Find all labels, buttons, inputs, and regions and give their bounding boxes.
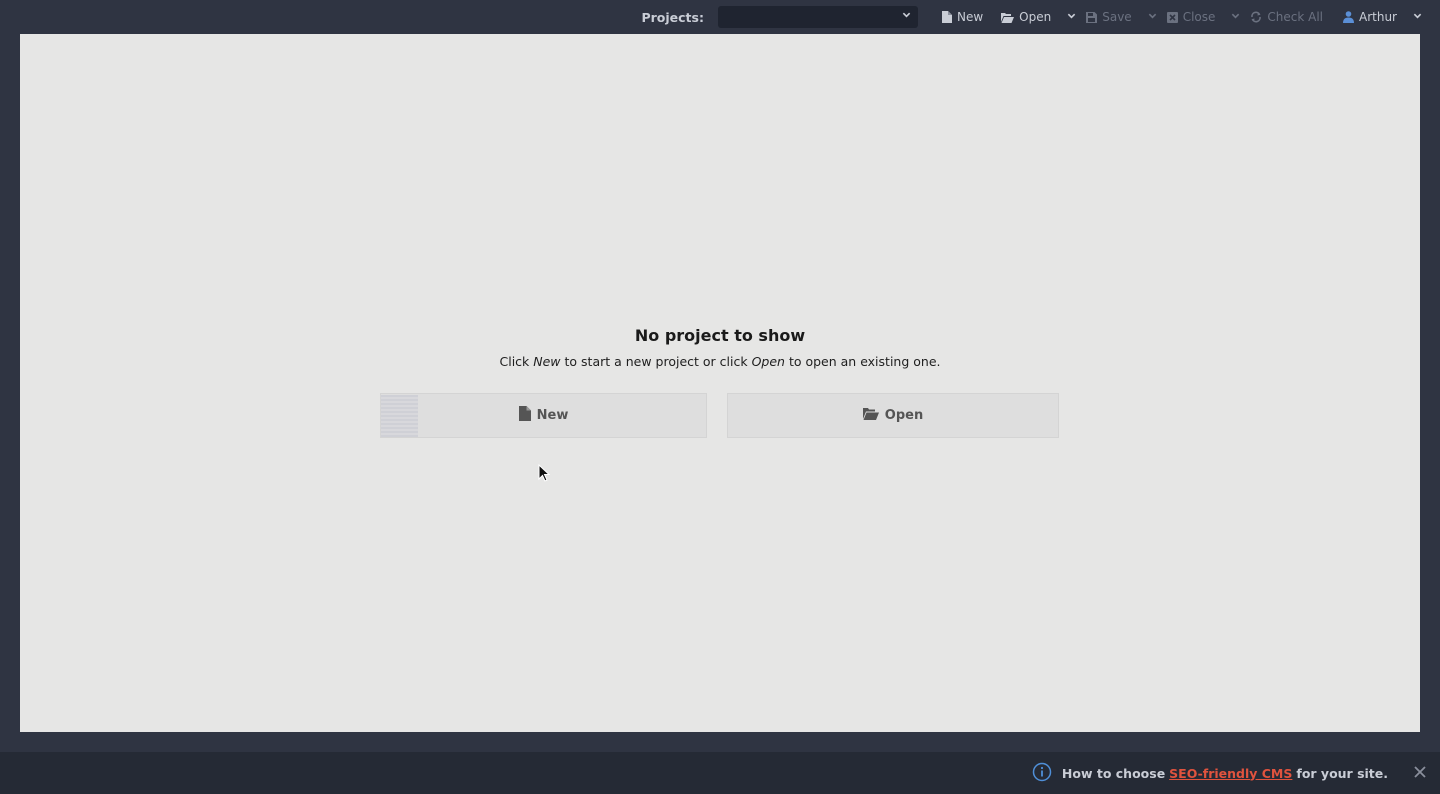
toolbar-check-all-button[interactable]: Check All <box>1250 6 1323 28</box>
subtitle-new-emphasis: New <box>533 354 561 369</box>
chevron-down-icon <box>902 10 911 22</box>
open-dropdown-chevron-icon[interactable] <box>1067 11 1076 23</box>
close-dropdown-chevron-icon[interactable] <box>1231 11 1240 23</box>
floppy-disk-icon <box>1086 11 1098 23</box>
open-project-button[interactable]: Open <box>727 393 1059 438</box>
user-icon <box>1343 11 1354 23</box>
workspace-panel: No project to show Click New to start a … <box>20 34 1420 732</box>
open-project-label: Open <box>884 408 924 423</box>
toolbar-new-label: New <box>956 10 984 24</box>
toolbar-check-all-label: Check All <box>1267 10 1323 24</box>
toolbar-close-label: Close <box>1182 10 1216 24</box>
close-square-icon <box>1166 11 1178 23</box>
footer-notification-bar: How to choose SEO-friendly CMS for your … <box>0 752 1440 794</box>
subtitle-text-3: to open an existing one. <box>784 354 941 369</box>
save-dropdown-chevron-icon[interactable] <box>1148 11 1157 23</box>
footer-seo-cms-link[interactable]: SEO-friendly CMS <box>1169 766 1292 781</box>
close-icon[interactable] <box>1414 765 1426 781</box>
toolbar-new-button[interactable]: New <box>941 6 984 28</box>
new-project-button[interactable]: New <box>380 393 707 438</box>
user-dropdown-chevron-icon[interactable] <box>1413 11 1422 23</box>
user-menu-button[interactable]: Arthur <box>1343 6 1397 28</box>
projects-select[interactable] <box>717 6 918 28</box>
toolbar-close-button[interactable]: Close <box>1166 6 1216 28</box>
toolbar-save-label: Save <box>1102 10 1132 24</box>
empty-state-title: No project to show <box>634 326 806 345</box>
user-name: Arthur <box>1359 10 1397 24</box>
new-project-label: New <box>536 408 569 423</box>
folder-open-icon <box>862 407 879 424</box>
file-icon <box>518 406 531 425</box>
empty-state-subtitle: Click New to start a new project or clic… <box>20 354 1420 369</box>
info-circle-icon <box>1032 762 1052 785</box>
subtitle-text-1: Click <box>499 354 534 369</box>
file-icon <box>941 11 952 23</box>
footer-text-before: How to choose <box>1061 765 1166 781</box>
subtitle-text-2: to start a new project or click <box>560 354 752 369</box>
toolbar-save-button[interactable]: Save <box>1086 6 1132 28</box>
footer-text-after: for your site. <box>1296 765 1388 781</box>
subtitle-open-emphasis: Open <box>751 354 785 369</box>
toolbar-open-button[interactable]: Open <box>1001 6 1051 28</box>
mouse-cursor-icon <box>538 463 551 486</box>
top-toolbar: Projects: New Open Save Close Check All … <box>0 0 1440 34</box>
toolbar-open-label: Open <box>1019 10 1052 24</box>
refresh-icon <box>1250 11 1262 23</box>
projects-label: Projects: <box>641 9 704 25</box>
button-hover-artifact <box>381 395 418 437</box>
folder-open-icon <box>1001 12 1015 23</box>
